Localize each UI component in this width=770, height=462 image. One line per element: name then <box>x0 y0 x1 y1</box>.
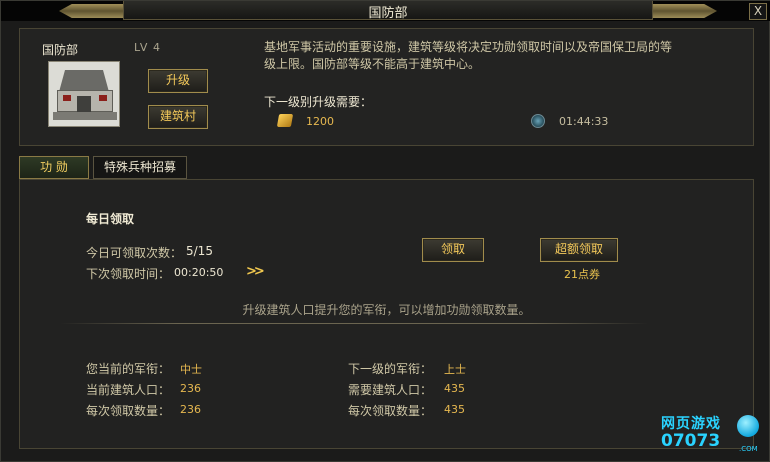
current-amount-value: 236 <box>180 403 201 416</box>
watermark-line2: 07073 <box>661 431 721 451</box>
divider <box>60 323 648 324</box>
merit-content-panel: 每日领取 今日可领取次数： 5/15 下次领取时间： 00:20:50 >> 领… <box>19 179 754 449</box>
watermark-line1: 网页游戏 <box>661 416 721 432</box>
current-rank-label: 您当前的军衔： <box>86 362 171 376</box>
title-bar: 国防部 X <box>1 1 770 21</box>
building-name: 国防部 <box>42 43 79 57</box>
building-level: LV 4 <box>134 41 161 54</box>
upgrade-time: 01:44:33 <box>559 115 609 128</box>
upgrade-hint: 升级建筑人口提升您的军衔，可以增加功勋领取数量。 <box>242 303 531 317</box>
mascot-icon <box>737 415 759 437</box>
next-rank-label: 下一级的军衔： <box>348 362 433 376</box>
tab-special-recruit[interactable]: 特殊兵种招募 <box>93 156 187 179</box>
clock-icon <box>531 114 545 128</box>
building-image <box>48 61 120 127</box>
close-button[interactable]: X <box>749 3 767 20</box>
current-pop-label: 当前建筑人口： <box>86 383 171 397</box>
claims-value: 5/15 <box>186 244 213 258</box>
next-pop-label: 需要建筑人口： <box>348 383 433 397</box>
current-amount-label: 每次领取数量： <box>86 404 171 418</box>
materials-button[interactable]: 建筑村 <box>148 105 208 129</box>
title-plate: 国防部 <box>123 1 653 21</box>
current-pop-value: 236 <box>180 382 201 395</box>
next-amount-value: 435 <box>444 403 465 416</box>
watermark-com: .COM <box>739 445 758 453</box>
voucher-cost: 21点券 <box>564 268 600 281</box>
next-claim-time: 00:20:50 <box>174 266 224 279</box>
next-level-label: 下一级别升级需要： <box>264 95 373 109</box>
current-rank-value: 中士 <box>180 363 202 376</box>
building-description: 基地军事活动的重要设施，建筑等级将决定功勋领取时间以及帝国保卫局的等级上限。国防… <box>264 40 673 71</box>
next-rank-value: 上士 <box>444 363 466 376</box>
claim-button[interactable]: 领取 <box>422 238 484 262</box>
building-info-panel: 国防部 LV 4 升级 建筑村 基地军事活动的重要设施，建筑等级将决定功勋领取时… <box>19 28 754 146</box>
daily-claim-title: 每日领取 <box>86 212 135 226</box>
tab-merit[interactable]: 功 勋 <box>19 156 89 179</box>
gold-icon <box>276 114 294 127</box>
extra-claim-button[interactable]: 超额领取 <box>540 238 618 262</box>
title-ornament-right <box>653 4 717 18</box>
next-claim-label: 下次领取时间： <box>86 267 171 281</box>
upgrade-button[interactable]: 升级 <box>148 69 208 93</box>
claims-label: 今日可领取次数： <box>86 246 183 260</box>
site-watermark-logo: 网页游戏 07073 .COM <box>659 411 765 457</box>
next-pop-value: 435 <box>444 382 465 395</box>
speed-up-arrows-icon[interactable]: >> <box>246 264 265 279</box>
window-title: 国防部 <box>368 6 408 21</box>
title-ornament-left <box>59 4 123 18</box>
national-defense-window: 国防部 X 国防部 LV 4 升级 建筑村 基地军事活动的重要设施，建筑等级将决… <box>0 0 770 462</box>
upgrade-cost: 1200 <box>306 115 334 128</box>
next-amount-label: 每次领取数量： <box>348 404 433 418</box>
